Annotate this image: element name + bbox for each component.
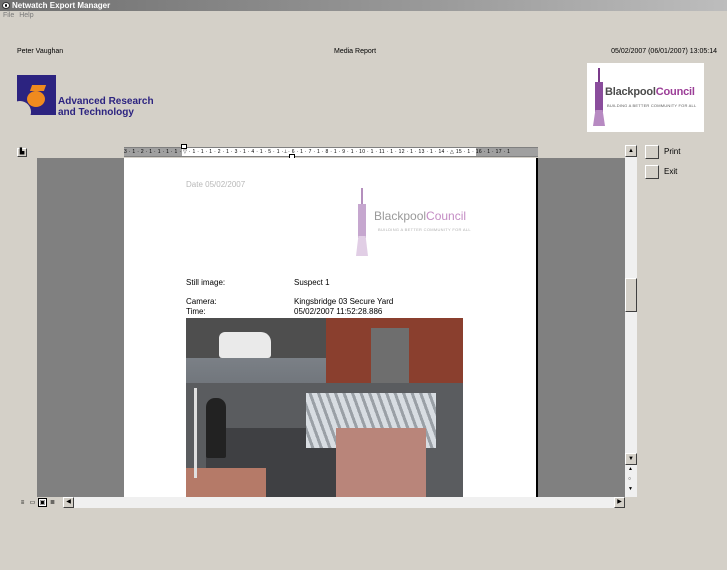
title-bar: Netwatch Export Manager [0,0,727,11]
print-button-label: Print [664,147,681,156]
menu-help[interactable]: Help [19,12,33,19]
art-logo-text: Advanced Research and Technology [58,96,154,118]
ruler-indent-handle[interactable] [181,144,187,149]
window-title: Netwatch Export Manager [12,1,111,10]
scroll-right-button[interactable]: ▶ [614,497,625,508]
print-view-icon[interactable]: ▣ [38,498,47,507]
tower-icon [593,68,605,126]
report-datetime: 05/02/2007 (06/01/2007) 13:05:14 [611,48,717,55]
prev-page-icon[interactable]: ▲ [628,466,633,472]
exit-button[interactable]: Exit [645,165,715,179]
ruler-marks: 3 · 1 · 2 · 1 · 1 · 1 · 1 · ▽ · 1 · 1 · … [124,149,511,155]
council-logo: BlackpoolCouncil BUILDING A BETTER COMMU… [587,63,704,132]
still-image-value: Suspect 1 [294,278,330,287]
outline-view-icon[interactable]: ≣ [48,498,57,507]
report-title: Media Report [334,48,377,55]
menu-bar: File Help [0,11,727,21]
print-button[interactable]: Print [645,145,715,159]
page-council-logo: BlackpoolCouncil BUILDING A BETTER COMMU… [356,188,486,260]
still-image-label: Still image: [186,278,226,287]
council-logo-tagline: BUILDING A BETTER COMMUNITY FOR ALL [607,103,697,108]
tab-stop-button[interactable]: ▙ [17,148,27,157]
scroll-up-button[interactable]: ▲ [625,145,637,157]
view-mode-buttons: ≡ ▭ ▣ ≣ [18,498,58,508]
cctv-still-image [186,318,463,497]
next-page-icon[interactable]: ▼ [628,486,633,492]
art-logo-mark [17,75,56,115]
vertical-scroll-thumb[interactable] [625,278,637,312]
eye-icon [2,2,10,9]
print-button-box[interactable] [645,145,659,159]
menu-file[interactable]: File [3,12,14,19]
page-council-logo-tagline: BUILDING A BETTER COMMUNITY FOR ALL [378,227,471,232]
document-viewport[interactable]: Date 05/02/2007 BlackpoolCouncil BUILDIN… [37,158,625,497]
time-label: Time: [186,307,206,316]
exit-button-label: Exit [664,167,678,176]
time-value: 05/02/2007 11:52:28.886 [294,307,383,316]
scroll-left-button[interactable]: ◀ [63,497,74,508]
report-user: Peter Vaughan [17,48,64,55]
web-view-icon[interactable]: ▭ [28,498,37,507]
camera-value: Kingsbridge 03 Secure Yard [294,297,394,306]
art-logo: Advanced Research and Technology [17,75,167,118]
page-date: Date 05/02/2007 [186,180,246,189]
tower-icon [356,188,368,260]
scroll-down-button[interactable]: ▼ [625,453,637,465]
report-page: Date 05/02/2007 BlackpoolCouncil BUILDIN… [124,158,538,497]
horizontal-scrollbar[interactable]: ◀ ▶ [63,497,625,508]
page-council-logo-name: BlackpoolCouncil [374,209,467,223]
council-logo-name: BlackpoolCouncil [605,86,695,98]
camera-label: Camera: [186,297,217,306]
select-browse-icon[interactable]: ○ [628,476,631,482]
exit-button-box[interactable] [645,165,659,179]
vertical-scrollbar[interactable]: ▲ ▼ ▲ ○ ▼ [625,145,637,497]
normal-view-icon[interactable]: ≡ [18,498,27,507]
